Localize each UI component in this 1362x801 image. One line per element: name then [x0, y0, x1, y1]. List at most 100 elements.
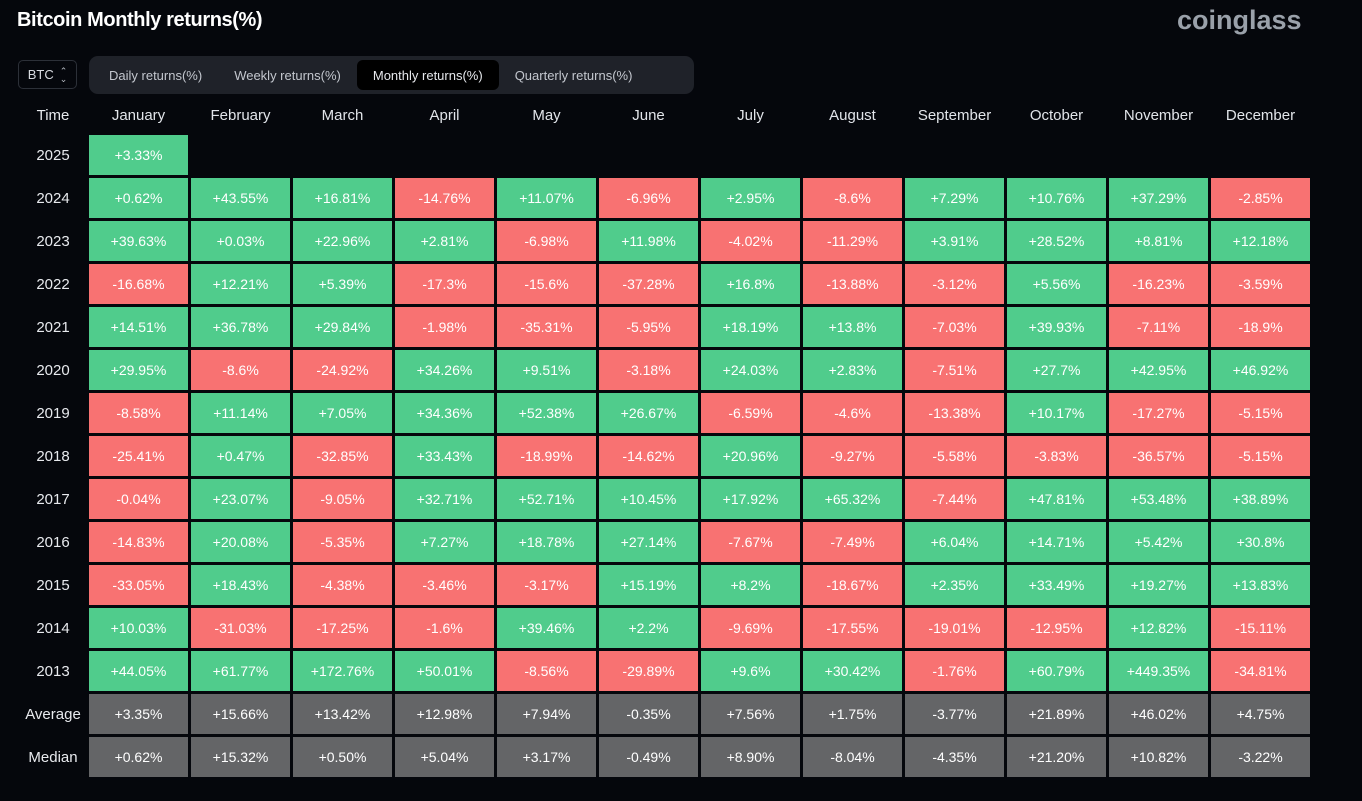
year-label: 2015: [36, 576, 70, 594]
return-cell: -32.85%: [293, 436, 392, 476]
return-cell: -25.41%: [89, 436, 188, 476]
tab-quarterly-returns[interactable]: Quarterly returns(%): [499, 60, 649, 90]
year-label: 2016: [36, 533, 70, 551]
return-cell: +11.07%: [497, 178, 596, 218]
return-cell: +47.81%: [1007, 479, 1106, 519]
return-cell: -37.28%: [599, 264, 698, 304]
return-cell: -16.68%: [89, 264, 188, 304]
table-row: 2014 +10.03% -31.03% -17.25% -1.6% +39.46% +2.…: [17, 608, 1313, 651]
return-cell: +37.29%: [1109, 178, 1208, 218]
column-header-may: May: [532, 107, 561, 124]
year-label: 2014: [36, 619, 70, 637]
coinglass-logo[interactable]: coinglass: [1177, 5, 1302, 36]
year-label: 2019: [36, 404, 70, 422]
empty-cell: [1109, 135, 1208, 175]
return-cell: +12.82%: [1109, 608, 1208, 648]
column-header-august: August: [829, 107, 876, 124]
year-label: 2025: [36, 146, 70, 164]
return-cell: +33.49%: [1007, 565, 1106, 605]
return-cell: +50.01%: [395, 651, 494, 691]
returns-tabs: Daily returns(%) Weekly returns(%) Month…: [89, 56, 694, 94]
time-column-header: Time: [36, 107, 70, 124]
summary-cell: -3.77%: [905, 694, 1004, 734]
return-cell: +0.62%: [89, 178, 188, 218]
empty-cell: [803, 135, 902, 175]
return-cell: +61.77%: [191, 651, 290, 691]
return-cell: -15.6%: [497, 264, 596, 304]
empty-cell: [701, 135, 800, 175]
table-row: 2019 -8.58% +11.14% +7.05% +34.36% +52.38% +26…: [17, 393, 1313, 436]
return-cell: +34.26%: [395, 350, 494, 390]
return-cell: -31.03%: [191, 608, 290, 648]
return-cell: +34.36%: [395, 393, 494, 433]
return-cell: +2.2%: [599, 608, 698, 648]
column-header-november: November: [1123, 107, 1194, 124]
column-header-february: February: [210, 107, 271, 124]
return-cell: -6.96%: [599, 178, 698, 218]
return-cell: +29.95%: [89, 350, 188, 390]
return-cell: -17.3%: [395, 264, 494, 304]
return-cell: +52.38%: [497, 393, 596, 433]
return-cell: -8.58%: [89, 393, 188, 433]
table-row: 2022 -16.68% +12.21% +5.39% -17.3% -15.6% -37.…: [17, 264, 1313, 307]
empty-cell: [599, 135, 698, 175]
return-cell: -13.38%: [905, 393, 1004, 433]
column-header-april: April: [429, 107, 460, 124]
table-row: 2024 +0.62% +43.55% +16.81% -14.76% +11.07% -6…: [17, 178, 1313, 221]
empty-cell: [395, 135, 494, 175]
summary-cell: +7.56%: [701, 694, 800, 734]
coin-selector[interactable]: BTC ⌃ ⌄: [18, 60, 77, 89]
table-row: 2023 +39.63% +0.03% +22.96% +2.81% -6.98% +11.…: [17, 221, 1313, 264]
summary-cell: +10.82%: [1109, 737, 1208, 777]
return-cell: -5.95%: [599, 307, 698, 347]
column-header-july: July: [737, 107, 764, 124]
tab-daily-returns[interactable]: Daily returns(%): [93, 60, 218, 90]
return-cell: +46.92%: [1211, 350, 1310, 390]
summary-cell: -3.22%: [1211, 737, 1310, 777]
return-cell: +16.8%: [701, 264, 800, 304]
return-cell: -7.51%: [905, 350, 1004, 390]
return-cell: -8.6%: [803, 178, 902, 218]
summary-cell: +7.94%: [497, 694, 596, 734]
return-cell: -6.98%: [497, 221, 596, 261]
return-cell: -36.57%: [1109, 436, 1208, 476]
return-cell: -8.56%: [497, 651, 596, 691]
summary-row-average: Average +3.35% +15.66% +13.42% +12.98% +7.94%…: [17, 694, 1313, 737]
empty-cell: [497, 135, 596, 175]
return-cell: -17.55%: [803, 608, 902, 648]
return-cell: +36.78%: [191, 307, 290, 347]
return-cell: +53.48%: [1109, 479, 1208, 519]
summary-cell: +46.02%: [1109, 694, 1208, 734]
return-cell: +27.14%: [599, 522, 698, 562]
return-cell: +14.71%: [1007, 522, 1106, 562]
summary-cell: +8.90%: [701, 737, 800, 777]
return-cell: +30.8%: [1211, 522, 1310, 562]
return-cell: -3.83%: [1007, 436, 1106, 476]
return-cell: +5.56%: [1007, 264, 1106, 304]
return-cell: -9.05%: [293, 479, 392, 519]
return-cell: -3.59%: [1211, 264, 1310, 304]
return-cell: +5.39%: [293, 264, 392, 304]
return-cell: -16.23%: [1109, 264, 1208, 304]
column-header-march: March: [321, 107, 364, 124]
return-cell: +449.35%: [1109, 651, 1208, 691]
table-row: 2016 -14.83% +20.08% -5.35% +7.27% +18.78% +27…: [17, 522, 1313, 565]
coin-selector-value: BTC: [27, 67, 54, 82]
return-cell: -14.76%: [395, 178, 494, 218]
summary-cell: +21.20%: [1007, 737, 1106, 777]
return-cell: +52.71%: [497, 479, 596, 519]
return-cell: +19.27%: [1109, 565, 1208, 605]
return-cell: +17.92%: [701, 479, 800, 519]
return-cell: -9.27%: [803, 436, 902, 476]
year-label: 2023: [36, 232, 70, 250]
return-cell: -3.12%: [905, 264, 1004, 304]
return-cell: +33.43%: [395, 436, 494, 476]
return-cell: -17.25%: [293, 608, 392, 648]
return-cell: -13.88%: [803, 264, 902, 304]
tab-weekly-returns[interactable]: Weekly returns(%): [218, 60, 357, 90]
summary-cell: -4.35%: [905, 737, 1004, 777]
return-cell: +38.89%: [1211, 479, 1310, 519]
return-cell: +30.42%: [803, 651, 902, 691]
tab-monthly-returns[interactable]: Monthly returns(%): [356, 60, 499, 90]
summary-cell: -0.35%: [599, 694, 698, 734]
